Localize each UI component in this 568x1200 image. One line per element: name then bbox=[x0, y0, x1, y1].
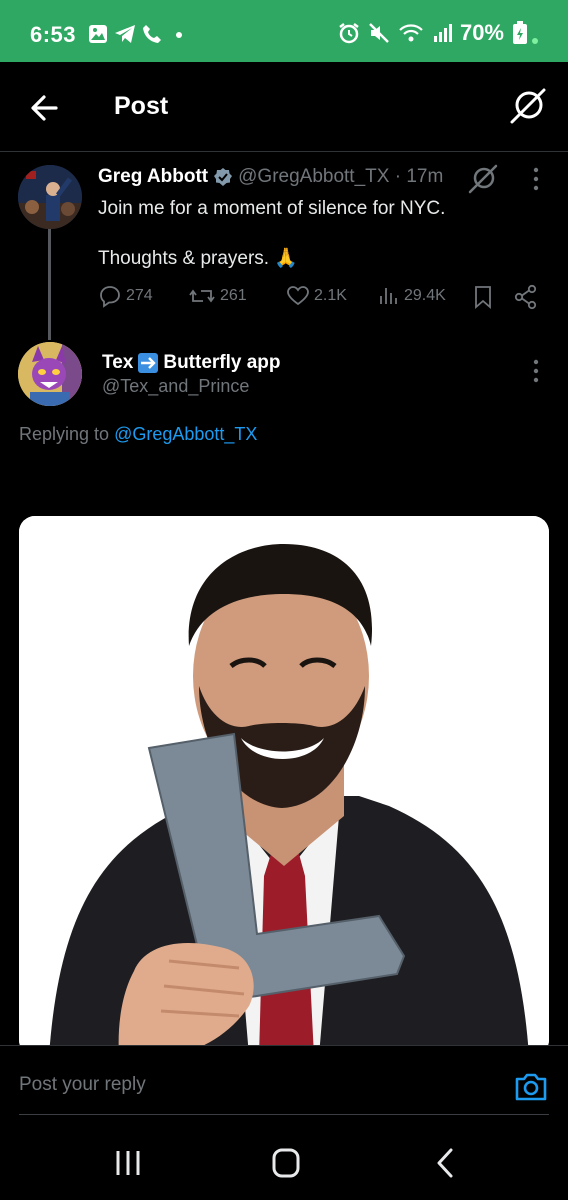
battery-icon bbox=[513, 21, 527, 44]
nav-back-icon[interactable] bbox=[426, 1147, 466, 1179]
page-title: Post bbox=[114, 92, 169, 120]
reply-author-name-part2: Butterfly app bbox=[163, 352, 281, 373]
telegram-icon bbox=[115, 25, 135, 43]
alarm-icon bbox=[339, 23, 359, 44]
heart-icon bbox=[287, 286, 309, 306]
repost-button[interactable]: 261 bbox=[188, 284, 247, 308]
signal-icon bbox=[433, 24, 452, 42]
replying-to-handle[interactable]: @GregAbbott_TX bbox=[114, 424, 257, 444]
reply-icon bbox=[100, 286, 120, 308]
composer-divider bbox=[19, 1114, 549, 1115]
views-button[interactable]: 29.4K bbox=[378, 284, 446, 308]
reply-media-image[interactable] bbox=[19, 516, 549, 1056]
avatar-greg-abbott[interactable] bbox=[18, 165, 82, 229]
bookmark-icon[interactable] bbox=[472, 284, 494, 310]
like-button[interactable]: 2.1K bbox=[286, 284, 347, 308]
post-actions: 274 261 2.1K 29.4K bbox=[98, 284, 542, 310]
author-handle-time: @GregAbbott_TX · 17m bbox=[238, 166, 444, 187]
reply-author-handle: @Tex_and_Prince bbox=[102, 376, 250, 396]
privacy-dot-icon bbox=[532, 38, 538, 44]
recent-apps-icon[interactable] bbox=[108, 1147, 148, 1179]
avatar-photo bbox=[18, 165, 82, 229]
dot-icon bbox=[176, 32, 182, 38]
status-time: 6:53 bbox=[30, 22, 77, 47]
share-icon[interactable] bbox=[514, 284, 538, 310]
verified-badge-icon bbox=[214, 168, 233, 186]
reply-input[interactable]: Post your reply bbox=[19, 1074, 146, 1096]
right-arrow-emoji-icon bbox=[138, 353, 159, 373]
post-header: Post bbox=[0, 62, 568, 152]
reply-button[interactable]: 274 bbox=[98, 284, 153, 308]
author-name[interactable]: Greg Abbott bbox=[98, 166, 208, 188]
reply-more-options-icon[interactable] bbox=[532, 358, 540, 384]
battery-percent: 70% bbox=[459, 20, 504, 45]
analytics-icon bbox=[380, 288, 397, 304]
status-bar: 6:53 70% bbox=[0, 0, 568, 62]
mute-icon bbox=[369, 23, 389, 43]
android-nav-bar bbox=[0, 1125, 568, 1200]
post-text: Join me for a moment of silence for NYC. bbox=[98, 198, 446, 219]
post-text-line2: Thoughts & prayers. 🙏 bbox=[98, 248, 299, 269]
home-icon[interactable] bbox=[266, 1147, 306, 1179]
reply-composer: Post your reply bbox=[0, 1045, 568, 1125]
camera-icon[interactable] bbox=[514, 1070, 548, 1104]
grok-post-icon[interactable] bbox=[466, 162, 500, 196]
more-options-icon[interactable] bbox=[532, 166, 540, 192]
status-right: 70% bbox=[338, 20, 538, 46]
replying-to: Replying to @GregAbbott_TX bbox=[19, 424, 257, 445]
replying-to-label: Replying to bbox=[19, 424, 110, 444]
avatar-tex[interactable] bbox=[18, 342, 82, 406]
phone-icon bbox=[143, 25, 161, 43]
repost-count: 261 bbox=[220, 287, 247, 304]
repost-icon bbox=[189, 289, 215, 303]
post-author-row: Greg Abbott @GregAbbott_TX · 17m bbox=[98, 166, 443, 188]
grok-icon[interactable] bbox=[508, 86, 548, 126]
gallery-icon bbox=[89, 25, 107, 43]
reply-author-name-part1: Tex bbox=[102, 352, 134, 373]
view-count: 29.4K bbox=[404, 287, 446, 304]
wifi-icon bbox=[399, 24, 423, 42]
like-count: 2.1K bbox=[314, 287, 347, 304]
avatar-cartoon bbox=[18, 342, 82, 406]
thread-connector bbox=[48, 228, 51, 340]
reply-author-row[interactable]: Tex Butterfly app bbox=[102, 352, 281, 374]
back-arrow-icon[interactable] bbox=[26, 88, 66, 128]
photo-man-holding-letter-l bbox=[19, 516, 549, 1056]
reply-count: 274 bbox=[126, 287, 153, 304]
